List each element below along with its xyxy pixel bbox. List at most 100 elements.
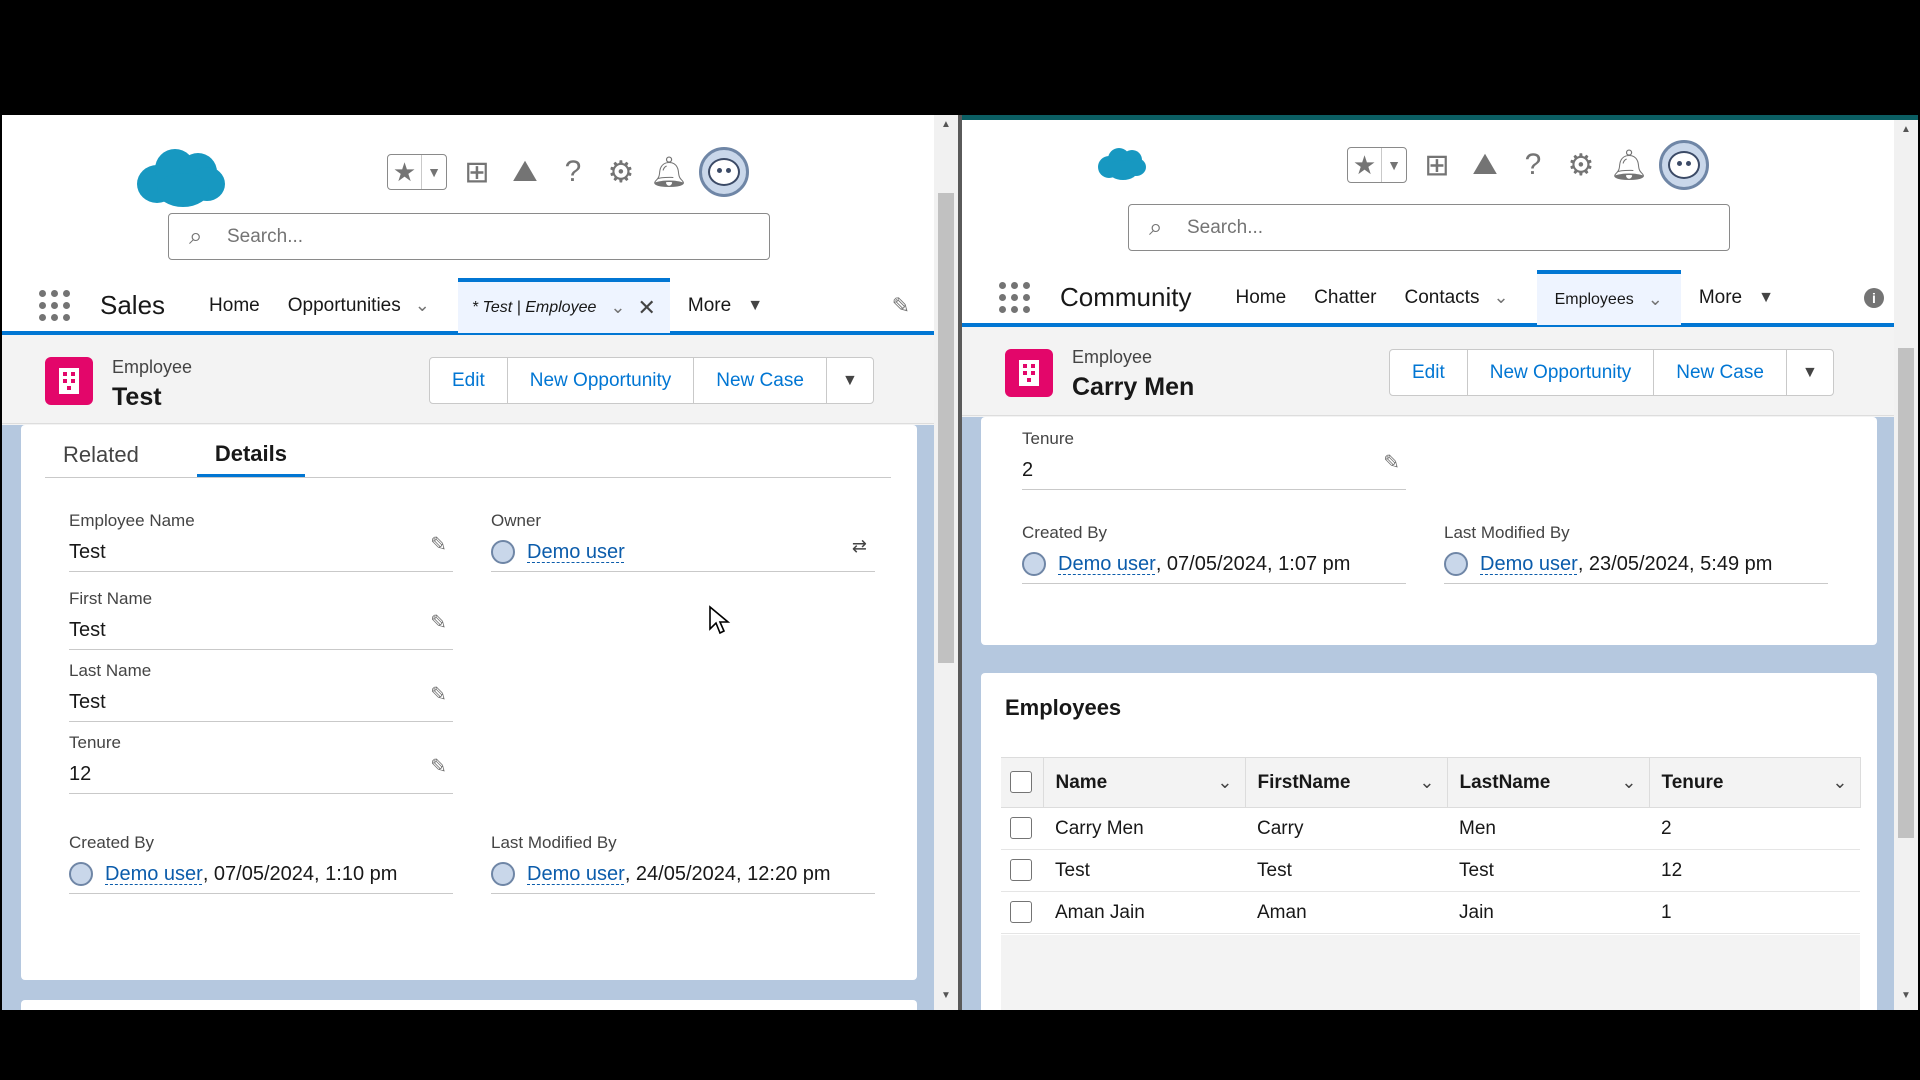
scrollbar[interactable]: ▲ ▼ <box>1894 120 1918 1010</box>
caret-down-icon[interactable]: ▼ <box>747 297 763 315</box>
close-icon[interactable]: ✕ <box>637 295 655 321</box>
global-search[interactable]: ⌕ <box>1128 204 1730 251</box>
column-header-tenure[interactable]: Tenure ⌄ <box>1649 757 1861 808</box>
caret-down-icon[interactable]: ▼ <box>1758 289 1774 307</box>
user-avatar <box>69 862 93 886</box>
pencil-icon[interactable]: ✎ <box>430 754 447 779</box>
star-icon[interactable]: ★ <box>388 155 422 189</box>
chevron-down-icon[interactable]: ▼ <box>827 358 873 403</box>
scroll-down-icon[interactable]: ▼ <box>934 990 958 1001</box>
last-modified-link[interactable]: Demo user <box>527 863 625 886</box>
waffle-icon[interactable] <box>999 282 1030 313</box>
salesforce-logo[interactable] <box>137 145 229 207</box>
favorites-group[interactable]: ★ ▼ <box>387 154 447 190</box>
edit-nav-pencil-icon[interactable]: ✎ <box>892 293 910 319</box>
cell-name[interactable]: Test <box>1043 849 1245 892</box>
add-icon[interactable]: ⊞ <box>1419 147 1455 183</box>
pencil-icon[interactable]: ✎ <box>430 532 447 557</box>
chevron-down-icon[interactable]: ⌄ <box>1493 287 1508 308</box>
employees-table: Name ⌄ FirstName ⌄ LastName ⌄ Tenure ⌄ Carry… <box>1001 757 1861 934</box>
cell-lastname: Test <box>1447 849 1649 892</box>
created-by-link[interactable]: Demo user <box>1058 553 1156 576</box>
scroll-up-icon[interactable]: ▲ <box>934 119 958 130</box>
trailhead-icon[interactable]: ⛰ <box>1467 147 1503 183</box>
nav-item-more[interactable]: More ▼ <box>688 280 763 331</box>
info-icon[interactable]: i <box>1864 287 1884 308</box>
column-header-lastname[interactable]: LastName ⌄ <box>1447 757 1650 808</box>
row-checkbox[interactable] <box>1010 817 1032 840</box>
nav-item-contacts[interactable]: Contacts ⌄ <box>1404 272 1508 323</box>
chevron-down-icon[interactable]: ⌄ <box>1419 772 1434 793</box>
column-header-firstname[interactable]: FirstName ⌄ <box>1245 757 1448 808</box>
record-type: Employee <box>112 357 193 377</box>
bell-icon[interactable]: 🔔︎ <box>650 154 688 190</box>
favorites-group[interactable]: ★ ▼ <box>1347 147 1407 183</box>
salesforce-logo[interactable] <box>1098 146 1148 180</box>
cell-tenure: 12 <box>1649 849 1860 892</box>
cell-name[interactable]: Carry Men <box>1043 807 1245 850</box>
nav-item-chatter[interactable]: Chatter <box>1314 272 1376 323</box>
tab-test-employee[interactable]: * Test | Employee ⌄ ✕ <box>457 278 670 333</box>
trailhead-icon[interactable]: ⛰ <box>507 154 543 190</box>
avatar[interactable] <box>1659 140 1709 190</box>
new-opportunity-button[interactable]: New Opportunity <box>508 358 695 403</box>
global-search[interactable]: ⌕ <box>168 213 770 260</box>
last-modified-link[interactable]: Demo user <box>1480 553 1578 576</box>
tab-related[interactable]: Related <box>45 433 157 477</box>
waffle-icon[interactable] <box>39 290 70 321</box>
chevron-down-icon[interactable]: ⌄ <box>1648 289 1663 310</box>
search-icon: ⌕ <box>1149 213 1163 241</box>
tab-employees[interactable]: Employees ⌄ <box>1536 270 1681 325</box>
row-checkbox[interactable] <box>1010 901 1032 924</box>
related-list-title[interactable]: Employees <box>1005 695 1121 721</box>
chevron-down-icon[interactable]: ⌄ <box>610 297 625 318</box>
new-opportunity-button[interactable]: New Opportunity <box>1468 350 1655 395</box>
chevron-down-icon[interactable]: ▼ <box>422 155 446 189</box>
table-row[interactable]: Test Test Test 12 <box>1001 849 1860 892</box>
nav-item-home[interactable]: Home <box>1235 272 1286 323</box>
chevron-down-icon[interactable]: ⌄ <box>415 295 430 316</box>
scroll-thumb[interactable] <box>938 193 954 663</box>
column-header-name[interactable]: Name ⌄ <box>1043 757 1246 808</box>
chevron-down-icon[interactable]: ⌄ <box>1621 772 1636 793</box>
table-row[interactable]: Carry Men Carry Men 2 <box>1001 807 1860 850</box>
pencil-icon[interactable]: ✎ <box>430 682 447 707</box>
star-icon[interactable]: ★ <box>1348 148 1382 182</box>
scroll-down-icon[interactable]: ▼ <box>1894 990 1918 1001</box>
chevron-down-icon[interactable]: ⌄ <box>1217 772 1232 793</box>
avatar[interactable] <box>699 147 749 197</box>
scroll-up-icon[interactable]: ▲ <box>1894 124 1918 135</box>
cell-name[interactable]: Aman Jain <box>1043 891 1245 934</box>
scroll-thumb[interactable] <box>1898 348 1914 838</box>
help-icon[interactable]: ? <box>555 154 591 190</box>
owner-link[interactable]: Demo user <box>527 541 625 564</box>
nav-item-opportunities[interactable]: Opportunities ⌄ <box>288 280 430 331</box>
edit-button[interactable]: Edit <box>430 358 508 403</box>
tab-details[interactable]: Details <box>196 433 305 477</box>
gear-icon[interactable]: ⚙ <box>1563 147 1599 183</box>
table-row[interactable]: Aman Jain Aman Jain 1 <box>1001 891 1860 934</box>
new-case-button[interactable]: New Case <box>1654 350 1787 395</box>
scrollbar[interactable]: ▲ ▼ <box>934 115 958 1010</box>
nav-item-label: More <box>1698 286 1743 308</box>
nav-item-home[interactable]: Home <box>209 280 260 331</box>
chevron-down-icon[interactable]: ▼ <box>1382 148 1406 182</box>
edit-button[interactable]: Edit <box>1390 350 1468 395</box>
created-by-link[interactable]: Demo user <box>105 863 203 886</box>
help-icon[interactable]: ? <box>1515 147 1551 183</box>
nav-item-more[interactable]: More ▼ <box>1699 272 1774 323</box>
search-input[interactable] <box>1187 216 1627 239</box>
chevron-down-icon[interactable]: ⌄ <box>1832 772 1847 793</box>
select-all-checkbox[interactable] <box>1010 771 1032 794</box>
search-input[interactable] <box>227 225 667 248</box>
row-checkbox[interactable] <box>1010 859 1032 882</box>
change-owner-icon[interactable]: ⇄ <box>852 536 867 557</box>
chevron-down-icon[interactable]: ▼ <box>1787 350 1833 395</box>
pencil-icon[interactable]: ✎ <box>430 610 447 635</box>
bell-icon[interactable]: 🔔︎ <box>1610 147 1648 183</box>
pencil-icon[interactable]: ✎ <box>1383 450 1400 475</box>
add-icon[interactable]: ⊞ <box>459 154 495 190</box>
gear-icon[interactable]: ⚙ <box>603 154 639 190</box>
new-case-button[interactable]: New Case <box>694 358 827 403</box>
field-created-by: Created By Demo user , 07/05/2024, 1:10 … <box>69 833 453 894</box>
